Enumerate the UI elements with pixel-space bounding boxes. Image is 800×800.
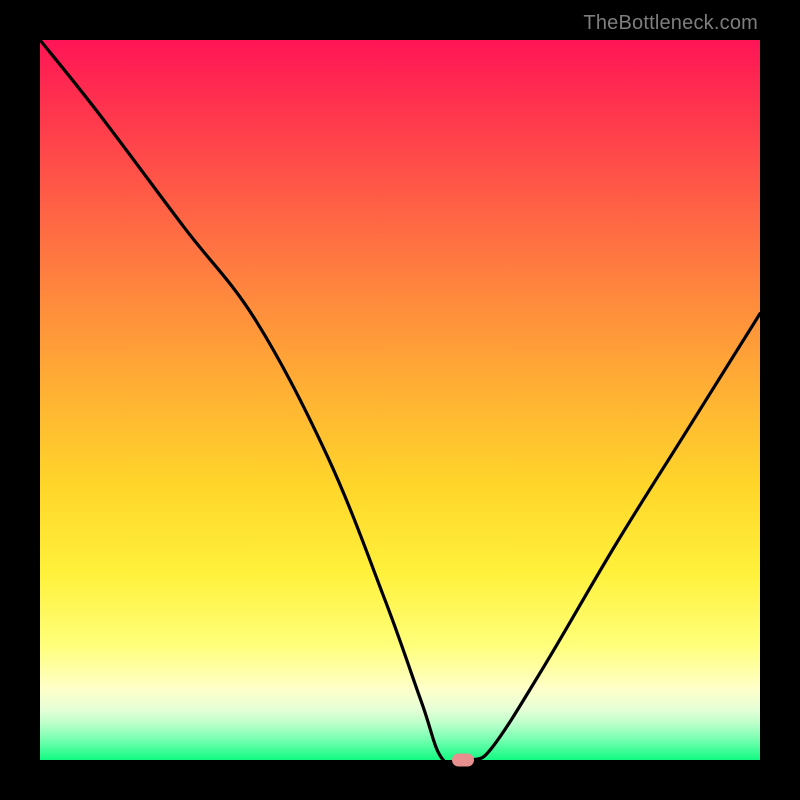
plot-area (40, 40, 760, 760)
chart-frame: TheBottleneck.com (0, 0, 800, 800)
bottleneck-marker (452, 754, 474, 767)
bottleneck-curve (40, 40, 760, 760)
watermark-text: TheBottleneck.com (583, 12, 758, 35)
